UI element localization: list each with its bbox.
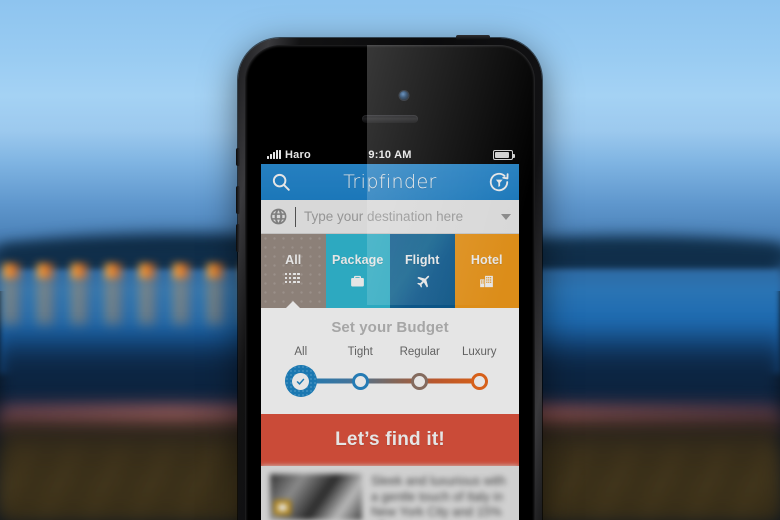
folder-icon <box>274 500 291 515</box>
list-item[interactable]: Sleek and luxurious with a gentle touch … <box>270 474 510 520</box>
budget-knob-tight[interactable] <box>351 372 369 390</box>
tab-all-label: All <box>285 252 302 267</box>
budget-knob-luxury[interactable] <box>470 372 488 390</box>
budget-slider-handle[interactable] <box>284 365 317 397</box>
tab-hotel-label: Hotel <box>470 252 503 267</box>
phone-screen: Haro 9:10 AM Tripfinder Type your destin… <box>261 145 519 520</box>
budget-labels: All Tight Regular Luxury <box>261 346 519 358</box>
search-input[interactable] <box>304 209 495 224</box>
building-icon <box>478 273 495 290</box>
tab-package-label: Package <box>332 252 384 267</box>
page-title: Tripfinder <box>343 171 437 193</box>
budget-section: Set your Budget All Tight Regular Luxury <box>261 308 519 414</box>
airplane-icon <box>414 273 431 290</box>
tab-hotel[interactable]: Hotel <box>454 234 519 308</box>
volume-down-button[interactable] <box>236 224 240 252</box>
tab-flight-label: Flight <box>404 252 440 267</box>
budget-slider[interactable] <box>261 364 519 398</box>
budget-title: Set your Budget <box>331 319 449 336</box>
budget-slider-stops <box>271 364 509 398</box>
battery-icon <box>493 149 516 160</box>
list-item-thumbnail <box>270 474 362 520</box>
budget-knob-regular[interactable] <box>411 372 429 390</box>
carrier-name: Haro <box>285 148 311 161</box>
chevron-down-icon[interactable] <box>501 213 511 220</box>
app-nav-bar: Tripfinder <box>261 164 519 200</box>
budget-label-all: All <box>294 346 308 358</box>
budget-stop-tight[interactable] <box>331 364 391 398</box>
status-bar: Haro 9:10 AM <box>261 145 519 164</box>
grid-dots-icon <box>284 272 302 290</box>
status-bar-left: Haro <box>267 149 368 161</box>
tab-selected-pointer <box>285 301 302 309</box>
status-bar-right <box>412 149 516 160</box>
front-camera-icon <box>399 91 409 100</box>
search-divider <box>295 206 296 227</box>
destination-search-bar[interactable] <box>261 200 519 234</box>
signal-bars-icon <box>267 150 281 159</box>
budget-label-regular: Regular <box>399 346 440 358</box>
mute-switch[interactable] <box>236 148 240 166</box>
list-item-text: Sleek and luxurious with a gentle touch … <box>371 474 506 519</box>
budget-stop-luxury[interactable] <box>450 364 510 398</box>
phone-device: Haro 9:10 AM Tripfinder Type your destin… <box>236 35 542 520</box>
search-icon[interactable] <box>270 171 292 193</box>
tab-all[interactable]: All <box>261 234 326 309</box>
volume-up-button[interactable] <box>236 186 240 214</box>
budget-stop-all[interactable] <box>271 364 331 398</box>
category-tabs: All Package Flight Hotel <box>261 234 519 309</box>
briefcase-icon <box>349 273 366 290</box>
budget-stop-regular[interactable] <box>390 364 450 398</box>
budget-label-luxury: Luxury <box>461 346 497 358</box>
earpiece-speaker <box>362 115 418 123</box>
globe-icon <box>269 207 288 226</box>
budget-label-tight: Tight <box>347 346 373 358</box>
tab-flight[interactable]: Flight <box>390 234 455 308</box>
results-list: Sleek and luxurious with a gentle touch … <box>261 466 519 520</box>
status-bar-time: 9:10 AM <box>368 148 412 161</box>
find-it-button[interactable]: Let’s find it! <box>261 414 519 466</box>
power-button[interactable] <box>456 35 490 40</box>
tab-package[interactable]: Package <box>325 234 390 308</box>
phone-front-panel: Haro 9:10 AM Tripfinder Type your destin… <box>245 45 535 520</box>
history-filter-icon[interactable] <box>488 171 510 193</box>
